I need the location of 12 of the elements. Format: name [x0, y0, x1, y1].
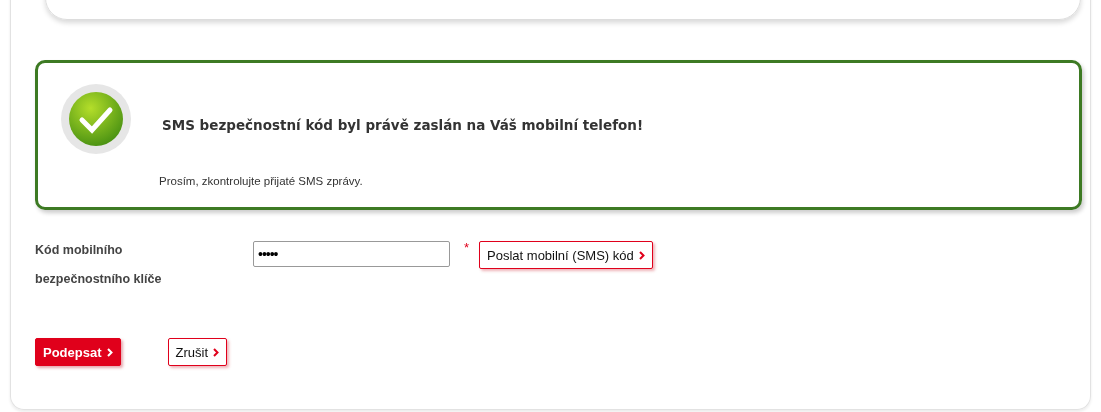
chevron-right-icon	[638, 250, 645, 260]
cancel-button[interactable]: Zrušit	[167, 338, 227, 366]
message-text: Prosím, zkontrolujte přijaté SMS zprávy.	[159, 175, 364, 187]
code-input-field[interactable]: •••••	[253, 241, 450, 267]
chevron-right-icon	[106, 347, 113, 357]
chevron-right-icon	[213, 347, 219, 357]
send-code-button[interactable]: Poslat mobilní (SMS) kód	[479, 241, 653, 269]
field-label: Kód mobilního bezpečnostního klíče	[35, 242, 163, 288]
required-mark: *	[464, 241, 470, 255]
checkmark-icon	[60, 83, 132, 155]
message-title: SMS bezpečnostní kód byl právě zaslán na Váš mobilní telefon!	[162, 117, 645, 133]
sign-button[interactable]: Podepsat	[35, 338, 121, 366]
